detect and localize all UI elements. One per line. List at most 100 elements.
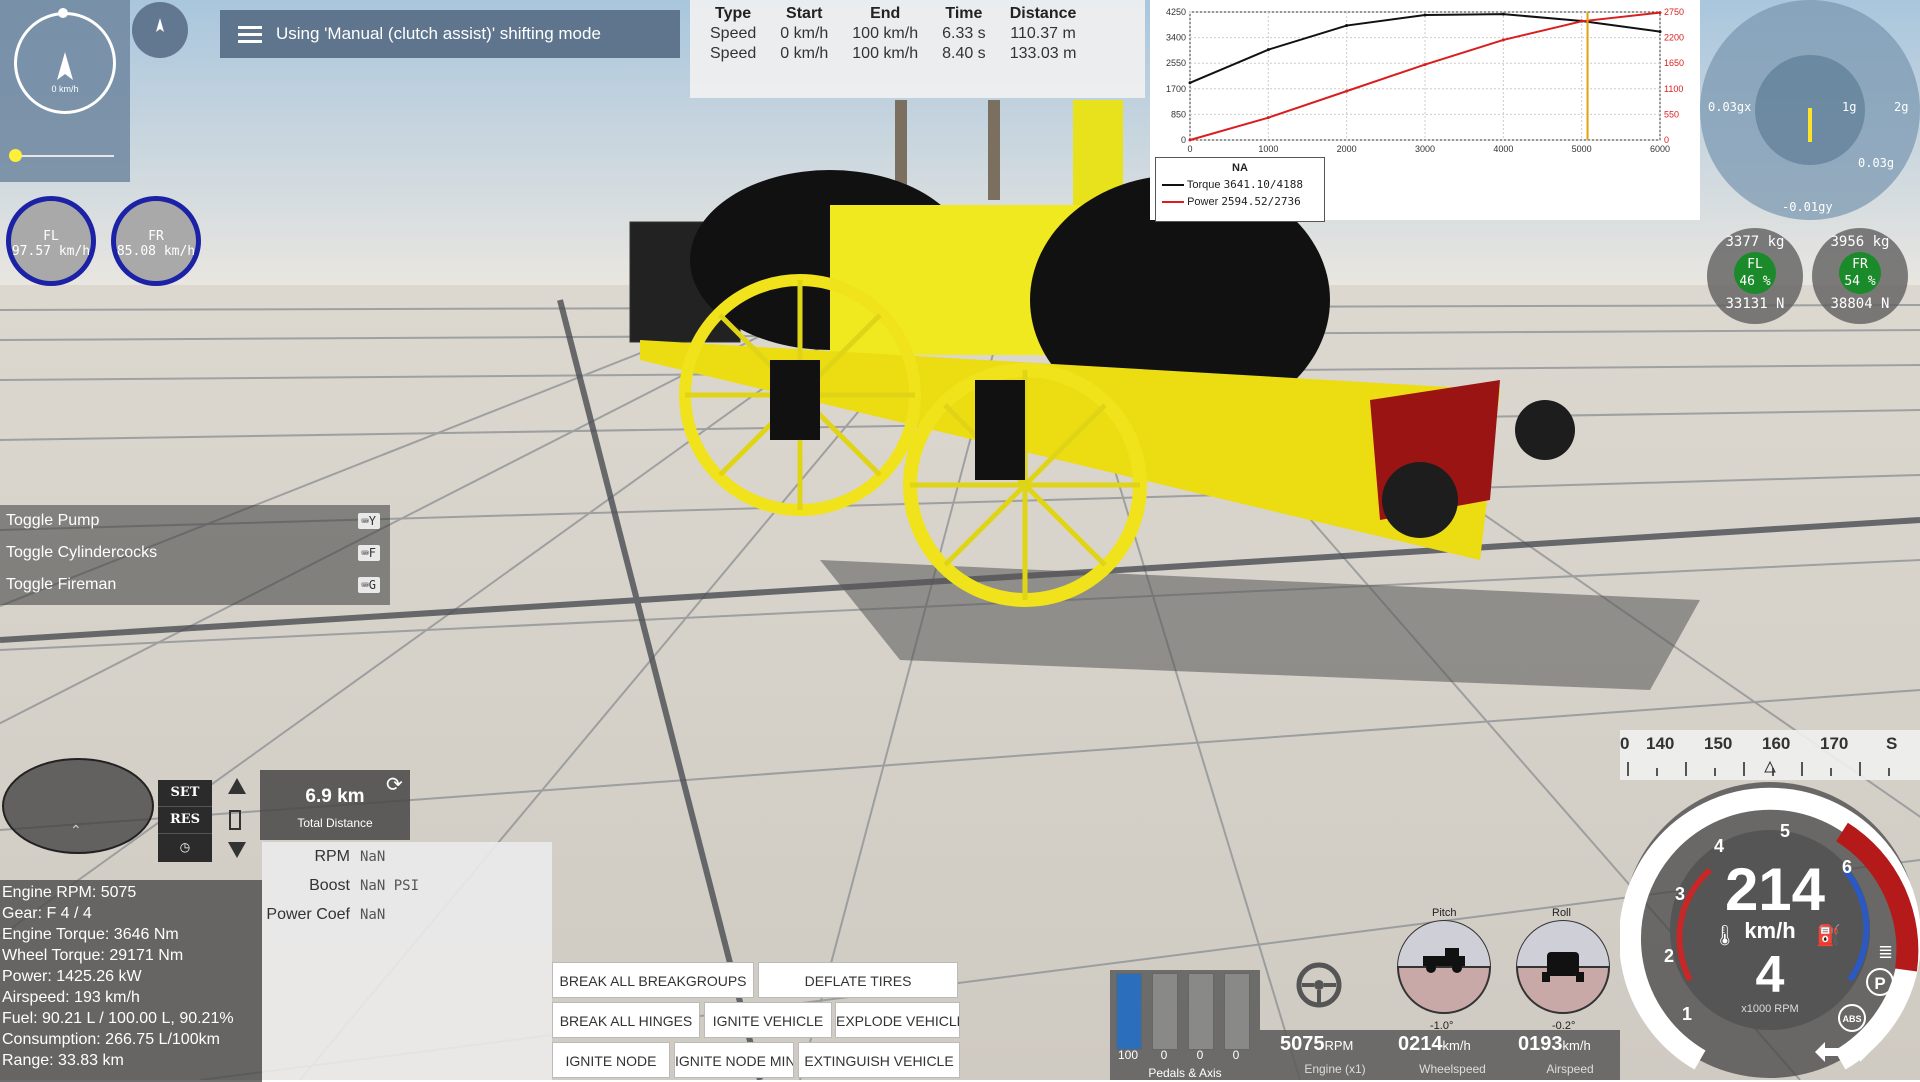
tire-load-indicator: FR 54 % (1839, 252, 1881, 294)
cruise-increase-button[interactable] (228, 778, 246, 794)
roll-indicator (1516, 920, 1610, 1014)
y-right-tick-label: 2200 (1664, 33, 1684, 43)
table-cell: Speed (710, 45, 757, 62)
rpm-tick: 1 (1682, 1004, 1692, 1024)
g-inner-label: 0.03g (1858, 156, 1895, 170)
series-point (1266, 116, 1270, 120)
action-label: Toggle Pump (6, 512, 100, 529)
rpm-tick: 3 (1675, 884, 1685, 904)
heading-ticks (1627, 760, 1890, 776)
ignite-node-button[interactable]: IGNITE NODE (552, 1042, 670, 1078)
x-tick-label: 5000 (1572, 144, 1592, 154)
cruise-decrease-button[interactable] (228, 842, 246, 858)
stat-line: Power: 1425.26 kW (2, 968, 142, 985)
tire-force: 38804 N (1830, 296, 1890, 312)
engine-row: Boost NaN PSI (262, 871, 552, 900)
pedal-value: 0 (1196, 1048, 1204, 1062)
cruise-set-button[interactable]: SET (158, 780, 212, 807)
shifting-mode-text: Using 'Manual (clutch assist)' shifting … (276, 24, 601, 43)
wheel-label: FR (148, 229, 164, 244)
x-tick-label: 0 (1187, 144, 1192, 154)
action-toggle-pump[interactable]: Toggle Pump ⌨Y (0, 505, 390, 537)
series-point (1188, 81, 1192, 85)
y-left-tick-label: 3400 (1166, 33, 1186, 43)
break-all-hinges-button[interactable]: BREAK ALL HINGES (552, 1002, 700, 1038)
series-point (1658, 30, 1662, 34)
vehicle-stats-panel: Engine RPM: 5075 Gear: F 4 / 4 Engine To… (0, 880, 262, 1082)
engine-key: Boost (309, 876, 350, 894)
rpm-tick: 4 (1714, 836, 1724, 856)
series-point (1580, 19, 1584, 23)
tire-load-fl: 3377 kg FL 46 % 33131 N (1707, 228, 1803, 324)
pedal-clutch (1188, 973, 1214, 1050)
table-cell: 133.03 m (1009, 45, 1077, 62)
wheelspeed-value: 0214 (1398, 1033, 1443, 1055)
cruise-control-buttons: SET RES ◷ (158, 780, 212, 862)
x-tick-label: 6000 (1650, 144, 1670, 154)
y-left-tick-label: 4250 (1166, 7, 1186, 17)
y-left-tick-label: 2550 (1166, 58, 1186, 68)
extinguish-vehicle-button[interactable]: EXTINGUISH VEHICLE (798, 1042, 960, 1078)
g-vector-icon (1808, 108, 1812, 142)
airspeed-value: 0193 (1518, 1033, 1563, 1055)
bottom-readouts: 5075RPM Engine (x1) 0214km/h Wheelspeed … (1260, 1030, 1620, 1080)
legend-label: Power (1187, 196, 1219, 208)
break-all-breakgroups-button[interactable]: BREAK ALL BREAKGROUPS (552, 962, 754, 998)
roll-label: Roll (1552, 907, 1571, 919)
pedal-value: 0 (1232, 1048, 1240, 1062)
legend-title: NA (1232, 162, 1248, 174)
wheelspeed-readout: 0214km/h (1398, 1033, 1471, 1056)
explode-vehicle-button[interactable]: EXPLODE VEHICLE (835, 1002, 960, 1038)
wheelspeed-unit: km/h (1442, 1038, 1471, 1053)
heading-tick: 140 (1646, 734, 1675, 753)
col-header: Start (786, 5, 823, 22)
graph-legend: NA Torque 3641.10/4188 Power 2594.52/273… (1155, 157, 1325, 222)
rpm-tick: 6 (1842, 857, 1852, 877)
wheel-speed-value: 97.57 km/h (11, 244, 91, 259)
series-point (1658, 11, 1662, 15)
stat-line: Consumption: 266.75 L/100km (2, 1031, 220, 1048)
keybind-key: Y (368, 514, 376, 528)
engine-value: NaN (360, 906, 386, 923)
action-toggle-fireman[interactable]: Toggle Fireman ⌨G (0, 569, 390, 601)
wheel-speed-fr: FR 85.08 km/h (111, 196, 201, 286)
y-left-tick-label: 0 (1181, 135, 1186, 145)
stat-line: Range: 33.83 km (2, 1052, 124, 1069)
compass-north-dot (58, 8, 68, 18)
rpm-tick: 2 (1664, 946, 1674, 966)
stat-line: Fuel: 90.21 L / 100.00 L, 90.21% (2, 1010, 234, 1027)
pitch-label: Pitch (1432, 907, 1457, 919)
cruise-res-button[interactable]: RES (158, 807, 212, 834)
engine-key: Power Coef (266, 905, 350, 923)
series-point (1501, 12, 1505, 16)
speed-unit: km/h (1744, 918, 1795, 943)
series-point (1423, 63, 1427, 67)
engine-value: NaN PSI (360, 877, 420, 894)
table-cell: 6.33 s (942, 25, 986, 42)
series-point (1188, 138, 1192, 142)
rpm-tick: 5 (1780, 821, 1790, 841)
abs-label: ABS (1842, 1014, 1861, 1024)
reset-icon[interactable]: ⟳ (386, 772, 403, 797)
keybind-badge: ⌨Y (357, 513, 380, 529)
rpm-readout: 5075RPM (1280, 1033, 1353, 1056)
tire-pct: 46 % (1739, 274, 1771, 289)
speedometer-icon[interactable]: ◷ (158, 834, 212, 860)
zoom-slider-knob[interactable] (9, 149, 22, 162)
heading-arrow-icon (57, 52, 73, 80)
y-right-tick-label: 1100 (1664, 84, 1683, 94)
wheelspeed-label: Wheelspeed (1419, 1062, 1486, 1076)
ignite-node-min-button[interactable]: IGNITE NODE MIN (674, 1042, 794, 1078)
table-cell: 8.40 s (942, 45, 986, 62)
shifting-mode-banner[interactable]: Using 'Manual (clutch assist)' shifting … (220, 10, 680, 58)
zoom-slider-track[interactable] (16, 155, 114, 157)
col-header: Type (715, 5, 752, 22)
action-toggle-cylindercocks[interactable]: Toggle Cylindercocks ⌨F (0, 537, 390, 569)
x-tick-label: 3000 (1415, 144, 1435, 154)
deflate-tires-button[interactable]: DEFLATE TIRES (758, 962, 958, 998)
menu-icon[interactable] (238, 22, 262, 47)
legend-entry-power: Power 2594.52/2736 (1156, 195, 1324, 208)
keybind-key: G (368, 578, 376, 592)
ignite-vehicle-button[interactable]: IGNITE VEHICLE (704, 1002, 832, 1038)
series-point (1423, 13, 1427, 17)
